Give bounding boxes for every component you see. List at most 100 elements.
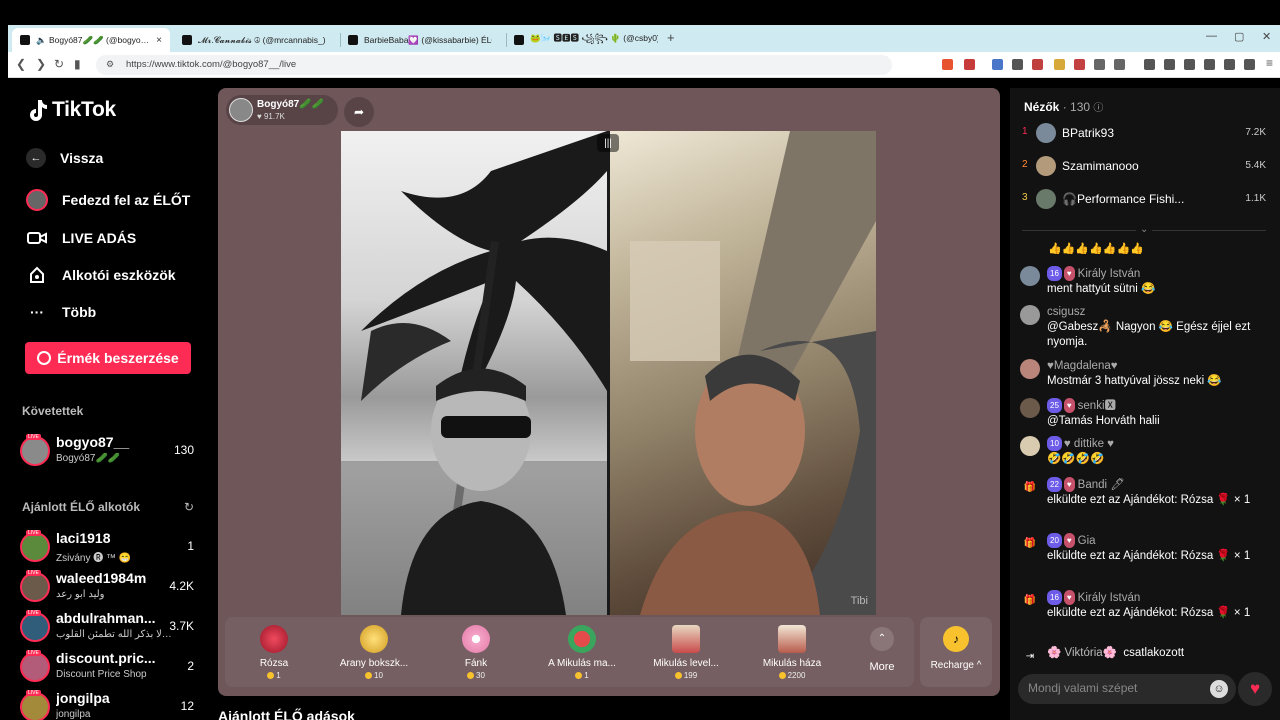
recommended-account[interactable]: LIVE abdulrahman... ألا بذكر الله تطمئن … xyxy=(20,610,200,646)
leo-icon[interactable] xyxy=(1224,59,1235,70)
tab-close-icon[interactable]: × xyxy=(156,35,162,46)
avatar xyxy=(1020,266,1040,286)
nav-live-broadcast[interactable]: LIVE ADÁS xyxy=(26,227,136,249)
multi-guest-icon[interactable]: ||| xyxy=(597,134,619,152)
recharge-button[interactable]: ♪ Recharge ^ xyxy=(920,617,992,687)
refresh-icon[interactable]: ↻ xyxy=(184,500,194,514)
puzzle-icon[interactable] xyxy=(1094,59,1105,70)
chat-message[interactable]: 10 ♥ dittike ♥ 🤣🤣🤣🤣 xyxy=(1020,436,1268,467)
recommended-account[interactable]: LIVE jongilpa jongilpa 12 xyxy=(20,690,200,720)
top-viewer[interactable]: 2 Szamimanooo 5.4K xyxy=(1022,154,1266,178)
gift-name: A Mikulás ma... xyxy=(548,658,616,669)
new-tab-button[interactable]: + xyxy=(667,30,675,45)
nav-creator-tools[interactable]: Alkotói eszközök xyxy=(26,264,176,286)
top-viewer[interactable]: 3 🎧Performance Fishi... 1.1K xyxy=(1022,187,1266,211)
site-info-icon[interactable]: ⚙ xyxy=(106,59,114,70)
room-scene-image xyxy=(630,131,876,615)
more-gifts-button[interactable]: ⌃ More xyxy=(862,623,902,683)
host-info[interactable]: Bogyó87🥒🥒 ♥ 91.7K xyxy=(226,95,338,125)
chat-user: 16 ♥ Király István xyxy=(1047,266,1268,282)
info-icon[interactable]: ⓘ xyxy=(1093,103,1103,114)
avatar xyxy=(20,532,50,562)
browser-tab[interactable]: 🐸🌬️ 🆂🅴🆂 ꧁꧂ 🌵 (@csby0) xyxy=(506,28,666,52)
avatar xyxy=(20,572,50,602)
palm-tree-scene-image xyxy=(341,131,607,615)
screen-top-border xyxy=(0,0,1280,25)
translate-icon[interactable] xyxy=(992,59,1003,70)
following-account[interactable]: LIVE bogyo87__ Bogyó87🥒🥒 130 xyxy=(20,434,200,470)
media-icon[interactable] xyxy=(1164,59,1175,70)
forward-arrow-icon[interactable]: ❯ xyxy=(36,57,46,71)
nav-explore-live[interactable]: Fedezd fel az ÉLŐT xyxy=(26,189,190,211)
gift-rose[interactable]: Rózsa 1 xyxy=(229,623,319,683)
gift-donut[interactable]: Fánk 30 xyxy=(431,623,521,683)
recommended-account[interactable]: LIVE waleed1984m وليد ابو رعد 4.2K xyxy=(20,570,200,606)
sidebar-icon[interactable] xyxy=(1184,59,1195,70)
bookmark-icon[interactable]: ▮ xyxy=(74,57,81,71)
gift-message[interactable]: 🎁 20 ♥ Gia elküldte ezt az Ajándékot: Rózs… xyxy=(1020,533,1268,564)
menu-icon[interactable]: ≡ xyxy=(1266,56,1273,70)
gift-gold-boxing[interactable]: Arany bokszk... 10 xyxy=(329,623,419,683)
address-bar[interactable]: ⚙ https://www.tiktok.com/@bogyo87__/live xyxy=(96,55,892,75)
buy-coins-button[interactable]: Érmék beszerzése xyxy=(25,342,191,374)
chat-message[interactable]: ♥Magdalena♥ Mostmár 3 hattyúval jössz ne… xyxy=(1020,359,1268,389)
browser-tab[interactable]: BarbieBaba💟 (@kissabarbie) ÉLŐ a xyxy=(340,28,500,52)
tiktok-logo[interactable]: TikTok xyxy=(26,98,116,122)
gift-santa-house[interactable]: Mikulás háza 2200 xyxy=(747,623,837,683)
extension-icon[interactable] xyxy=(1054,59,1065,70)
camera-icon xyxy=(26,227,48,249)
back-link[interactable]: ← Vissza xyxy=(26,148,103,168)
minimize-icon[interactable]: — xyxy=(1206,30,1217,42)
recommended-account[interactable]: LIVE discount.pric... Discount Price Sho… xyxy=(20,650,200,686)
nav-label: Alkotói eszközök xyxy=(62,267,176,283)
extension-icon[interactable] xyxy=(1012,59,1023,70)
top-viewer[interactable]: 1 BPatrik93 7.2K xyxy=(1022,121,1266,145)
extension-icon[interactable] xyxy=(1114,59,1125,70)
avatar xyxy=(1020,359,1040,379)
extension-icon[interactable] xyxy=(1032,59,1043,70)
coin-icon xyxy=(575,672,583,679)
house-icon xyxy=(778,625,806,653)
gift-message[interactable]: 🎁 16 ♥ Király István elküldte ezt az Ajánd… xyxy=(1020,590,1268,621)
browser-tab[interactable]: 𝓜𝓻.𝓒𝓪𝓷𝓷𝓪𝓫𝓲𝓼 ☮ (@mrcannabis_) xyxy=(174,28,334,52)
gift-name: Mikulás háza xyxy=(762,658,822,669)
viewer-rank: 1 xyxy=(1022,126,1028,137)
live-video-player[interactable]: Tibi ||| xyxy=(341,131,876,615)
gift-message[interactable]: 🎁 22 ♥ Bandi 🖊 elküldte ezt az Ajándékot: … xyxy=(1020,477,1268,508)
chat-message[interactable]: 25 ♥ senki🆇 @Tamás Horváth halii xyxy=(1020,398,1268,429)
reload-icon[interactable]: ↻ xyxy=(54,57,64,71)
coin-icon xyxy=(778,672,786,679)
back-arrow-icon[interactable]: ❮ xyxy=(16,57,26,71)
download-icon[interactable] xyxy=(1144,59,1155,70)
window-close-icon[interactable]: ✕ xyxy=(1262,30,1271,43)
like-heart-icon[interactable]: ♥ xyxy=(1238,672,1272,706)
share-icon[interactable]: ➦ xyxy=(344,97,374,127)
recommended-title: Ajánlott ÉLŐ alkotók xyxy=(22,500,141,514)
gift-santa-letter[interactable]: Mikulás level... 199 xyxy=(641,623,731,683)
gift-santa-hat[interactable]: A Mikulás ma... 1 xyxy=(537,623,627,683)
viewer-count: · 130 xyxy=(1062,100,1091,114)
chat-input-box[interactable]: ☺ xyxy=(1018,674,1236,704)
chat-input[interactable] xyxy=(1028,681,1198,695)
maximize-icon[interactable]: ▢ xyxy=(1234,30,1244,43)
account-name: jongilpa xyxy=(56,690,110,706)
nav-more[interactable]: ··· Több xyxy=(26,301,96,323)
fan-badge: ♥ xyxy=(1063,398,1075,413)
level-badge: 16 xyxy=(1047,590,1062,605)
chat-message[interactable]: csigusz @Gabesz🦂 Nagyon 😂 Egész éjjel ez… xyxy=(1020,305,1268,350)
recharge-label: Recharge ^ xyxy=(930,660,982,671)
extension-icon[interactable] xyxy=(1244,59,1255,70)
tab-title: 𝓜𝓻.𝓒𝓪𝓷𝓷𝓪𝓫𝓲𝓼 ☮ (@mrcannabis_) xyxy=(198,34,326,45)
chat-message[interactable]: 16 ♥ Király István ment hattyút sütni 😂 xyxy=(1020,266,1268,297)
chevron-down-icon[interactable]: ⌄ xyxy=(1136,224,1153,235)
brave-shield-icon[interactable] xyxy=(942,59,953,70)
extension-icon[interactable] xyxy=(1074,59,1085,70)
browser-tab-active[interactable]: 🔈 Bogyó87🥒🥒 (@bogyo87_ × xyxy=(12,28,170,52)
account-nickname: ألا بذكر الله تطمئن القلوب ... xyxy=(56,629,174,640)
emoji-icon[interactable]: ☺ xyxy=(1210,680,1228,698)
wallet-icon[interactable] xyxy=(1204,59,1215,70)
join-icon: ⇥ xyxy=(1025,650,1035,662)
extension-icon[interactable] xyxy=(964,59,975,70)
recommended-account[interactable]: LIVE laci1918 Zsivány 🅡 ™ 😁 1 xyxy=(20,530,200,566)
tiktok-favicon-icon xyxy=(20,35,30,45)
